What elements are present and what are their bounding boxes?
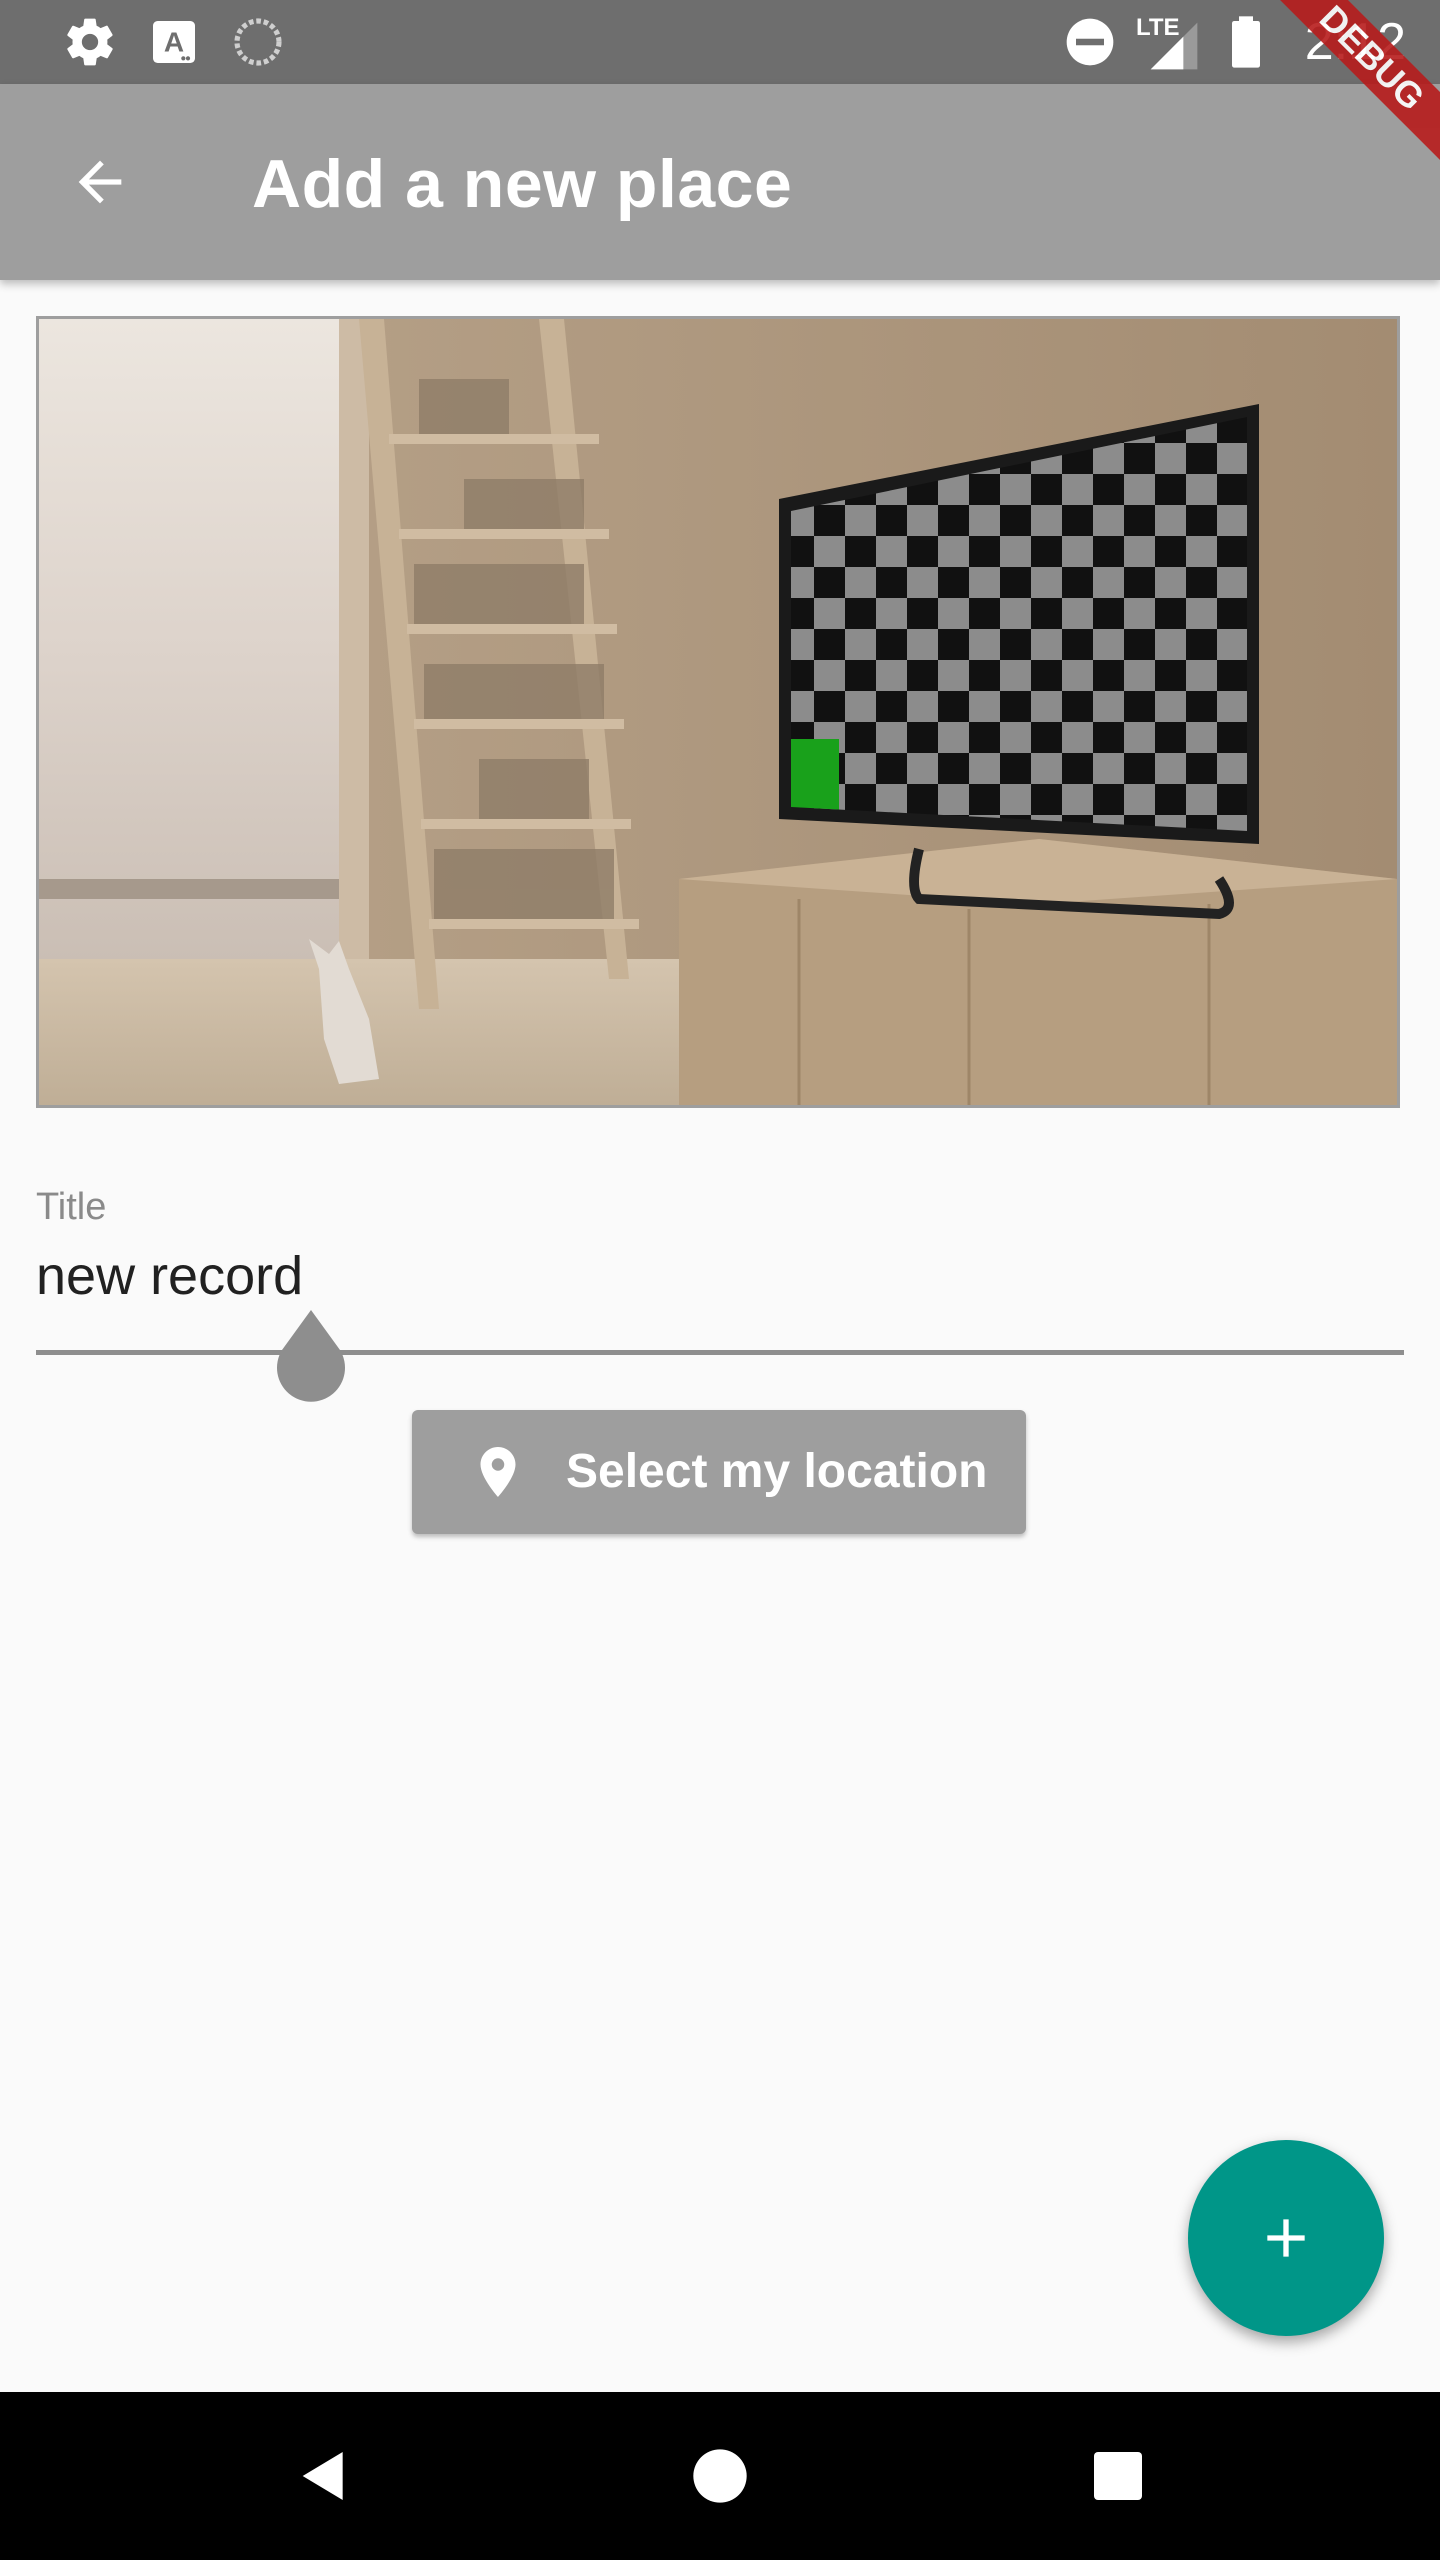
title-input[interactable]: [36, 1244, 1400, 1308]
add-place-fab[interactable]: [1188, 2140, 1384, 2336]
status-bar: A LTE 2:12: [0, 0, 1440, 84]
back-button[interactable]: [50, 132, 150, 232]
select-location-button[interactable]: Select my location: [412, 1410, 1026, 1534]
arrow-back-icon: [78, 160, 122, 204]
select-location-label: Select my location: [566, 1445, 988, 1498]
app-bar: Add a new place: [0, 84, 1440, 280]
sync-icon: [234, 18, 282, 66]
room-photo: [39, 319, 1397, 1105]
page-title: Add a new place: [252, 146, 793, 222]
signal-icon: [1150, 22, 1198, 70]
recents-square-icon[interactable]: [1086, 2444, 1150, 2508]
title-field-underline: [36, 1350, 1404, 1355]
svg-text:A: A: [164, 26, 184, 57]
battery-icon: [1232, 16, 1260, 68]
system-nav-bar: [0, 2392, 1440, 2560]
do-not-disturb-icon: [1066, 18, 1114, 66]
add-icon: [1267, 2219, 1305, 2257]
home-circle-icon[interactable]: [688, 2444, 752, 2508]
image-preview: [36, 316, 1400, 1108]
back-triangle-icon[interactable]: [292, 2444, 356, 2508]
text-cursor-handle[interactable]: [272, 1310, 350, 1402]
accessibility-a-icon: A: [153, 21, 195, 63]
location-pin-icon: [480, 1447, 516, 1497]
settings-icon: [67, 18, 113, 66]
title-field-label: Title: [36, 1186, 107, 1228]
